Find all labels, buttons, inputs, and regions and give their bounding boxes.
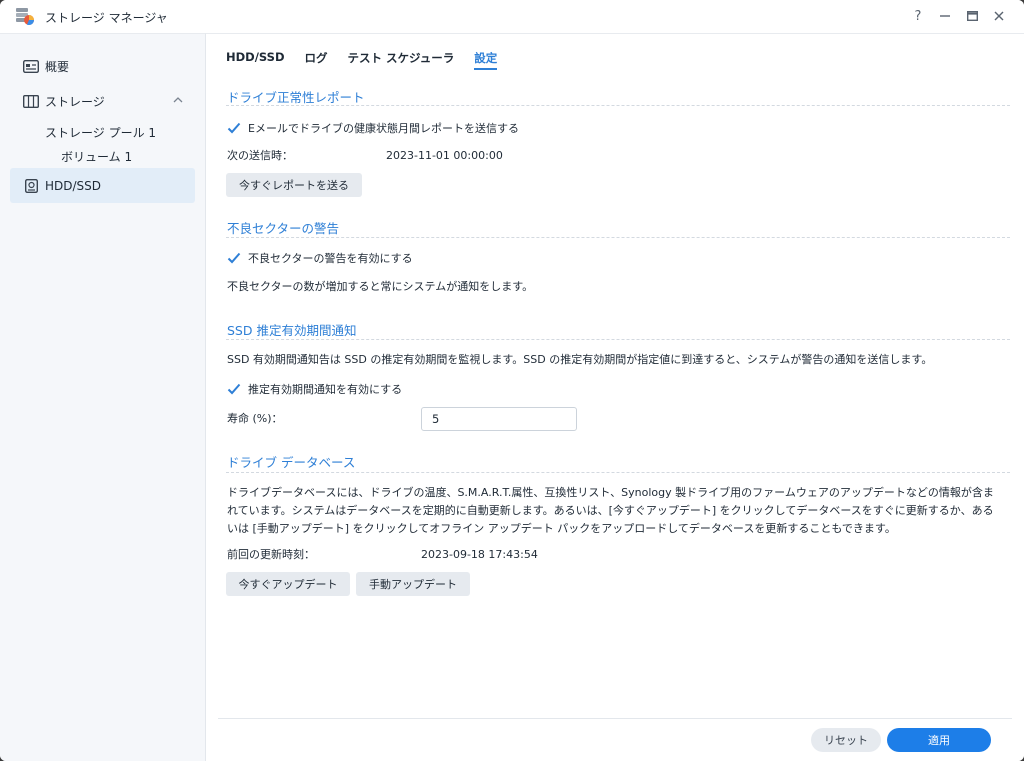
close-button[interactable] <box>990 7 1008 25</box>
apply-button[interactable]: 適用 <box>887 728 991 752</box>
sidebar-item-label: HDD/SSD <box>45 178 102 193</box>
sidebar: 概要 ストレージ ストレージ プール 1 ボリューム 1 HDD/SSD <box>0 33 206 761</box>
next-send-label: 次の送信時： <box>227 149 293 162</box>
drive-db-description-line-3: いは [手動アップデート] をクリックしてオフライン アップデート パックをアッ… <box>227 522 896 535</box>
sidebar-item-label: ストレージ プール 1 <box>45 126 157 140</box>
sidebar-item-hdd-ssd[interactable]: HDD/SSD <box>10 168 195 203</box>
checkmark-icon <box>227 382 241 396</box>
drive-db-description-line-2: れています。システムはデータベースを定期的に自動更新します。あるいは、[今すぐア… <box>227 504 994 517</box>
section-title-bad-sector: 不良セクターの警告 <box>227 221 340 236</box>
chevron-up-icon[interactable] <box>173 96 183 103</box>
storage-manager-window: ストレージ マネージャ ? 概要 ストレージ ストレージ プール 1 ボリューム… <box>0 0 1024 761</box>
send-report-now-button[interactable]: 今すぐレポートを送る <box>226 173 362 197</box>
checkbox-label: Eメールでドライブの健康状態月間レポートを送信する <box>248 122 519 135</box>
sidebar-item-overview[interactable]: 概要 <box>23 58 69 75</box>
tab-bar: HDD/SSD ログ テスト スケジューラ 設定 <box>226 50 517 70</box>
manual-update-button[interactable]: 手動アップデート <box>356 572 470 596</box>
sidebar-item-label: ストレージ <box>45 95 105 109</box>
main-content: HDD/SSD ログ テスト スケジューラ 設定 ドライブ正常性レポート Eメー… <box>206 33 1024 761</box>
sidebar-item-storage-pool-1[interactable]: ストレージ プール 1 <box>45 124 156 141</box>
lifespan-label: 寿命 (%)： <box>227 412 283 425</box>
section-divider <box>226 105 1010 106</box>
close-icon <box>994 11 1004 21</box>
checkmark-icon <box>227 251 241 265</box>
sidebar-item-storage[interactable]: ストレージ <box>23 93 185 110</box>
section-divider <box>226 472 1010 473</box>
next-send-value: 2023-11-01 00:00:00 <box>386 149 503 162</box>
checkbox-label: 不良セクターの警告を有効にする <box>248 252 413 265</box>
section-divider <box>226 339 1010 340</box>
window-title: ストレージ マネージャ <box>45 11 168 25</box>
title-bar: ストレージ マネージャ ? <box>0 0 1024 33</box>
footer-divider <box>218 718 1012 719</box>
help-icon: ? <box>914 8 922 24</box>
lifespan-input[interactable] <box>421 407 577 431</box>
sidebar-item-volume-1[interactable]: ボリューム 1 <box>61 148 132 165</box>
tab-test-scheduler[interactable]: テスト スケジューラ <box>348 50 455 70</box>
sidebar-item-label: 概要 <box>45 60 70 74</box>
minimize-icon <box>940 15 950 17</box>
minimize-button[interactable] <box>936 7 954 25</box>
section-title-health-report: ドライブ正常性レポート <box>227 90 365 105</box>
checkbox-label: 推定有効期間通知を有効にする <box>248 383 403 396</box>
checkbox-health-report[interactable]: Eメールでドライブの健康状態月間レポートを送信する <box>227 120 519 136</box>
storage-manager-app-icon <box>16 8 35 26</box>
checkbox-ssd-lifespan[interactable]: 推定有効期間通知を有効にする <box>227 381 402 397</box>
reset-button[interactable]: リセット <box>811 728 881 752</box>
maximize-button[interactable] <box>963 7 981 25</box>
section-divider <box>226 237 1010 238</box>
section-title-drive-database: ドライブ データベース <box>227 455 356 470</box>
help-button[interactable]: ? <box>909 7 927 25</box>
last-update-label: 前回の更新時刻： <box>227 548 315 561</box>
checkbox-bad-sector[interactable]: 不良セクターの警告を有効にする <box>227 250 413 266</box>
last-update-value: 2023-09-18 17:43:54 <box>421 548 538 561</box>
tab-hdd-ssd[interactable]: HDD/SSD <box>226 50 285 70</box>
overview-icon <box>23 60 39 74</box>
section-title-ssd-lifespan: SSD 推定有効期間通知 <box>227 323 357 338</box>
hdd-icon <box>23 178 39 193</box>
storage-icon <box>23 95 39 109</box>
sidebar-item-label: ボリューム 1 <box>61 150 133 164</box>
tab-log[interactable]: ログ <box>305 50 328 70</box>
checkmark-icon <box>227 121 241 135</box>
drive-db-description-line-1: ドライブデータベースには、ドライブの温度、S.M.A.R.T.属性、互換性リスト… <box>227 486 994 499</box>
maximize-icon <box>966 11 978 21</box>
bad-sector-description: 不良セクターの数が増加すると常にシステムが通知をします。 <box>227 280 534 293</box>
update-now-button[interactable]: 今すぐアップデート <box>226 572 350 596</box>
ssd-lifespan-description: SSD 有効期間通知告は SSD の推定有効期間を監視します。SSD の推定有効… <box>227 353 933 366</box>
tab-settings[interactable]: 設定 <box>474 50 498 70</box>
